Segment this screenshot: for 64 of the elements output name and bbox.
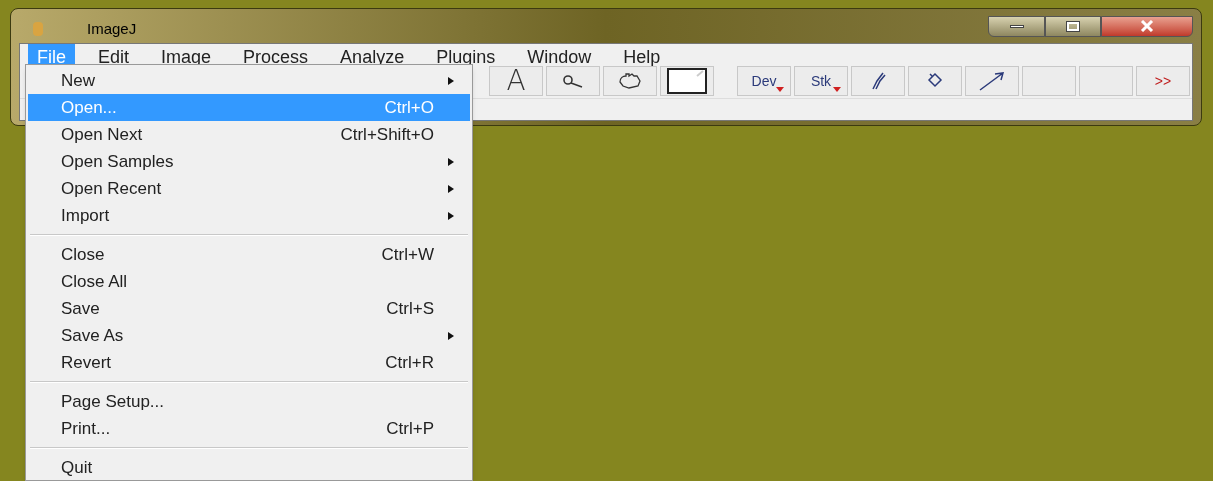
menu-option[interactable]: Close Ctrl+W (28, 241, 470, 268)
window-title: ImageJ (87, 18, 137, 39)
menu-option[interactable]: Import (28, 202, 470, 229)
text-tool-button[interactable]: A (489, 66, 543, 96)
menu-item[interactable]: Process (234, 44, 318, 65)
shortcut-label: Ctrl+S (386, 298, 434, 320)
menu-option[interactable]: Page Setup... (28, 388, 470, 415)
option-label: New (61, 70, 95, 92)
shortcut-label: Ctrl+R (385, 352, 434, 374)
tool-button[interactable] (603, 66, 657, 96)
app-icon (33, 22, 43, 36)
menu-tool-button[interactable]: Dev (737, 66, 791, 96)
menu-item[interactable]: Analyze (331, 44, 414, 65)
tool-label: Stk (810, 72, 832, 91)
option-label: Quit (61, 457, 93, 479)
menu-option[interactable]: Close All (28, 268, 470, 295)
option-label: Open Recent (61, 178, 162, 200)
shortcut-label: Ctrl+Shift+O (340, 124, 434, 146)
arrow-icon (977, 70, 1007, 92)
option-label: Page Setup... (61, 391, 165, 413)
maximize-icon (1067, 21, 1079, 31)
dropdown-icon (833, 87, 841, 92)
menu-option[interactable]: Open Recent (28, 175, 470, 202)
tool-label: Dev (751, 72, 777, 91)
close-icon (1140, 20, 1154, 32)
rectangle-icon (667, 68, 707, 94)
tool-button[interactable] (660, 66, 714, 96)
menu-option[interactable]: Quit (28, 454, 470, 480)
menu-item[interactable]: Help (614, 44, 670, 65)
option-label: Close All (61, 271, 128, 293)
tool-button[interactable] (851, 66, 905, 96)
maximize-button[interactable] (1045, 15, 1101, 37)
menu-item[interactable]: Window (518, 44, 601, 65)
option-label: Revert (61, 352, 112, 374)
minimize-icon (1009, 24, 1024, 28)
menu-option[interactable]: New (28, 67, 470, 94)
magnifier-icon (562, 74, 584, 88)
menu-option[interactable]: Save As (28, 322, 470, 349)
option-label: Close (61, 244, 105, 266)
menu-option[interactable]: Open Samples (28, 148, 470, 175)
shortcut-label: Ctrl+O (384, 97, 434, 119)
option-label: Open Next (61, 124, 143, 146)
menu-option[interactable]: Print... Ctrl+P (28, 415, 470, 442)
close-button[interactable] (1101, 15, 1193, 37)
minimize-button[interactable] (988, 15, 1045, 37)
shortcut-label: Ctrl+W (381, 244, 434, 266)
brush-icon (869, 71, 887, 91)
menu-option[interactable]: Save Ctrl+S (28, 295, 470, 322)
menu-tool-button[interactable]: Stk (794, 66, 848, 96)
shortcut-label: Ctrl+P (386, 418, 434, 440)
menu-item[interactable]: Edit (89, 44, 139, 65)
option-label: Save (61, 298, 100, 320)
menu-item[interactable]: Image (152, 44, 221, 65)
menu-option[interactable]: Open Next Ctrl+Shift+O (28, 121, 470, 148)
dropdown-icon (776, 87, 784, 92)
option-label: Print... (61, 418, 111, 440)
option-label: Import (61, 205, 110, 227)
more-tools-button[interactable]: >> (1136, 66, 1190, 96)
option-label: Save As (61, 325, 124, 347)
option-label: Open Samples (61, 151, 174, 173)
menu-option[interactable]: Revert Ctrl+R (28, 349, 470, 376)
menu-item[interactable]: Plugins (427, 44, 505, 65)
option-label: Open... (61, 97, 117, 119)
tool-button[interactable] (546, 66, 600, 96)
